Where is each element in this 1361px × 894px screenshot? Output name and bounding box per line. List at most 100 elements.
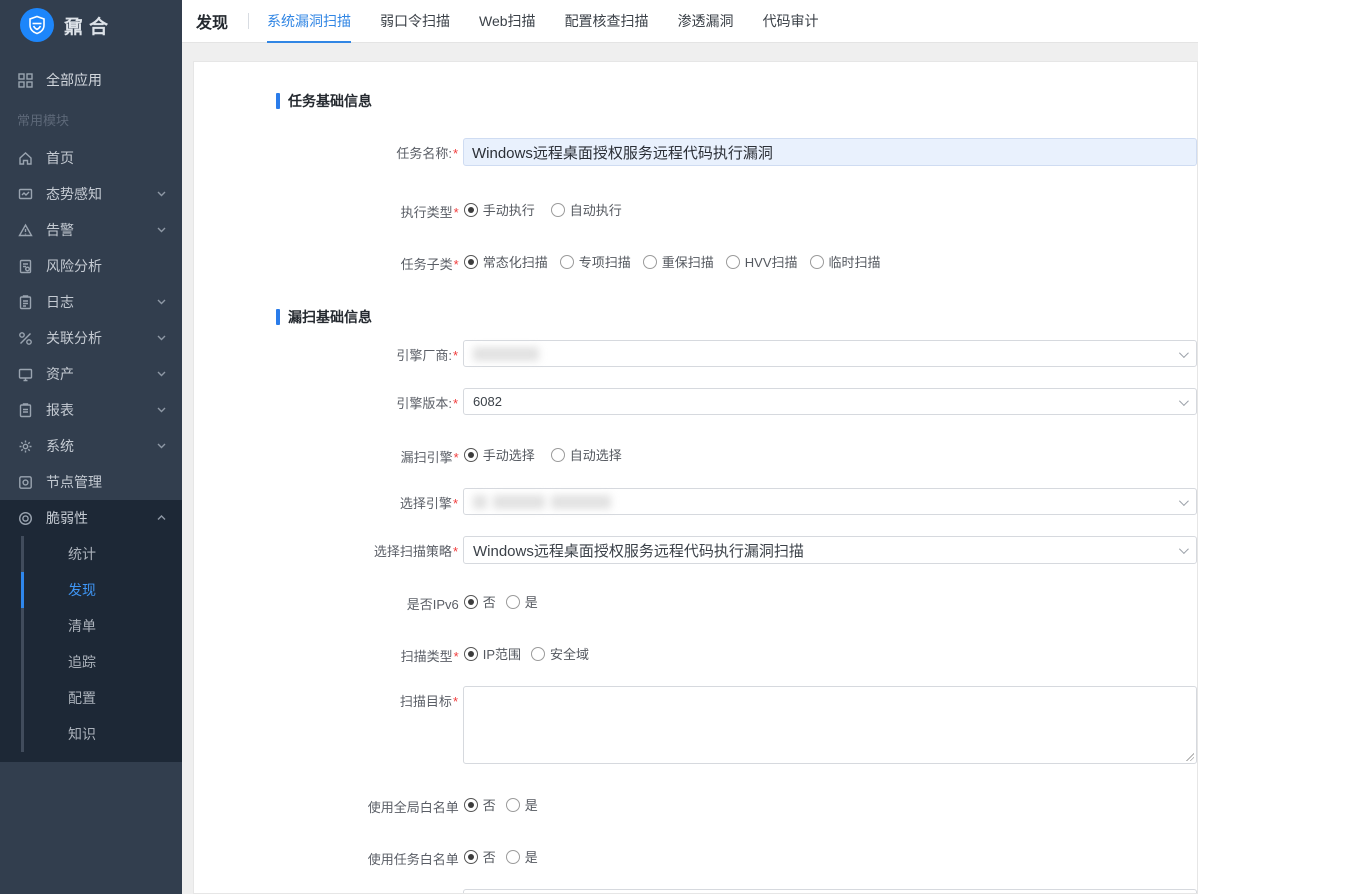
section-accent-bar [276, 309, 280, 325]
tab-penetration-vuln[interactable]: 渗透漏洞 [678, 0, 734, 43]
tab-web-scan[interactable]: Web扫描 [479, 0, 536, 43]
radio-icon [464, 255, 478, 269]
sidebar: 鼐合 全部应用 常用模块 首页 [0, 0, 182, 894]
engine-version-select[interactable]: 6082 [463, 388, 1197, 415]
sidebar-item-home[interactable]: 首页 [0, 140, 182, 176]
sidebar-item-label: 日志 [46, 292, 74, 312]
radio-icon [643, 255, 657, 269]
node-management-icon [17, 474, 34, 491]
app-root: 鼐合 全部应用 常用模块 首页 [0, 0, 1361, 894]
engine-vendor-select[interactable] [463, 340, 1197, 367]
sidebar-item-risk-analysis[interactable]: 风险分析 [0, 248, 182, 284]
select-engine-select[interactable] [463, 488, 1197, 515]
chevron-down-icon [1179, 544, 1189, 554]
radio-global-whitelist-yes[interactable]: 是 [506, 795, 538, 814]
sidebar-item-vulnerability[interactable]: 脆弱性 [0, 500, 182, 536]
radio-security-domain[interactable]: 安全域 [531, 644, 589, 663]
sidebar-item-all-apps[interactable]: 全部应用 [0, 60, 182, 100]
tab-config-check-scan[interactable]: 配置核查扫描 [565, 0, 649, 43]
redacted-value [551, 495, 611, 509]
required-mark: * [454, 649, 459, 664]
sidebar-section-label: 常用模块 [0, 102, 182, 136]
chevron-down-icon [156, 368, 168, 380]
sidebar-group-vulnerability: 脆弱性 统计 发现 清单 追踪 配置 知识 [0, 500, 182, 762]
required-mark: * [454, 205, 459, 220]
gear-icon [17, 438, 34, 455]
port-policy-select[interactable]: 标准端口扫描 [463, 889, 1197, 894]
radio-ipv6-no[interactable]: 否 [464, 592, 496, 611]
brand-name: 鼐合 [64, 12, 114, 39]
form-row-scan-target: 扫描目标* [194, 686, 1197, 764]
required-mark: * [453, 544, 458, 559]
sidebar-item-label: 关联分析 [46, 328, 102, 348]
radio-icon [464, 203, 478, 217]
radio-task-whitelist-yes[interactable]: 是 [506, 847, 538, 866]
sidebar-subitem-knowledge[interactable]: 知识 [21, 716, 182, 752]
radio-icon [551, 448, 565, 462]
tab-code-audit[interactable]: 代码审计 [763, 0, 819, 43]
tab-system-vuln-scan[interactable]: 系统漏洞扫描 [267, 0, 351, 43]
form-row-select-engine: 选择引擎* [194, 488, 1197, 515]
scan-target-textarea[interactable] [463, 686, 1197, 764]
sidebar-item-system[interactable]: 系统 [0, 428, 182, 464]
log-icon [17, 294, 34, 311]
radio-ip-range[interactable]: IP范围 [464, 644, 521, 663]
sidebar-subitem-inventory[interactable]: 清单 [21, 608, 182, 644]
radio-manual-exec[interactable]: 手动执行 [464, 200, 535, 219]
radio-manual-select[interactable]: 手动选择 [464, 445, 535, 464]
radio-auto-exec[interactable]: 自动执行 [551, 200, 622, 219]
alert-triangle-icon [17, 222, 34, 239]
sidebar-item-alerts[interactable]: 告警 [0, 212, 182, 248]
radio-icon [810, 255, 824, 269]
redacted-value [493, 495, 545, 509]
scan-policy-select[interactable]: Windows远程桌面授权服务远程代码执行漏洞扫描 [463, 536, 1197, 564]
sidebar-item-situation-awareness[interactable]: 态势感知 [0, 176, 182, 212]
sidebar-subitem-discovery[interactable]: 发现 [21, 572, 182, 608]
sidebar-item-node-management[interactable]: 节点管理 [0, 464, 182, 500]
radio-hvv-scan[interactable]: HVV扫描 [726, 252, 798, 271]
tab-weak-password-scan[interactable]: 弱口令扫描 [380, 0, 450, 43]
radio-icon [506, 798, 520, 812]
sidebar-item-assets[interactable]: 资产 [0, 356, 182, 392]
form-row-engine-version: 引擎版本:* 6082 [194, 388, 1197, 415]
sidebar-subitem-statistics[interactable]: 统计 [21, 536, 182, 572]
radio-task-whitelist-no[interactable]: 否 [464, 847, 496, 866]
sidebar-item-reports[interactable]: 报表 [0, 392, 182, 428]
shield-logo-icon [20, 8, 54, 42]
sidebar-item-label: 系统 [46, 436, 74, 456]
section-accent-bar [276, 93, 280, 109]
form-row-task-subtype: 任务子类* 常态化扫描 专项扫描 重保扫描 HVV扫描 临时扫描 [194, 249, 1197, 273]
radio-special-scan[interactable]: 专项扫描 [560, 252, 631, 271]
report-icon [17, 402, 34, 419]
required-mark: * [453, 348, 458, 363]
radio-temp-scan[interactable]: 临时扫描 [810, 252, 881, 271]
radio-icon [464, 850, 478, 864]
page-title: 发现 [196, 9, 228, 33]
chevron-down-icon [156, 332, 168, 344]
radio-key-protect-scan[interactable]: 重保扫描 [643, 252, 714, 271]
radio-icon [506, 850, 520, 864]
resize-grip-icon[interactable] [1185, 752, 1194, 761]
sidebar-item-logs[interactable]: 日志 [0, 284, 182, 320]
section-task-basic-info: 任务基础信息 [276, 91, 1197, 111]
top-tab-bar: 发现 系统漏洞扫描 弱口令扫描 Web扫描 配置核查扫描 渗透漏洞 代码审计 [182, 0, 1198, 43]
form-row-port-policy: 端口扫描策略 标准端口扫描 [194, 889, 1197, 894]
radio-icon [464, 595, 478, 609]
sidebar-item-label: 告警 [46, 220, 74, 240]
form-row-scan-type: 扫描类型* IP范围 安全域 [194, 641, 1197, 665]
required-mark: * [453, 146, 458, 161]
radio-ipv6-yes[interactable]: 是 [506, 592, 538, 611]
radio-auto-select[interactable]: 自动选择 [551, 445, 622, 464]
radio-icon [560, 255, 574, 269]
chevron-down-icon [156, 296, 168, 308]
sidebar-subitem-configuration[interactable]: 配置 [21, 680, 182, 716]
task-name-input[interactable]: Windows远程桌面授权服务远程代码执行漏洞 [463, 138, 1197, 166]
radio-normalized-scan[interactable]: 常态化扫描 [464, 252, 548, 271]
required-mark: * [453, 496, 458, 511]
monitor-icon [17, 366, 34, 383]
chevron-down-icon [156, 224, 168, 236]
radio-icon [464, 647, 478, 661]
sidebar-item-correlation-analysis[interactable]: 关联分析 [0, 320, 182, 356]
radio-global-whitelist-no[interactable]: 否 [464, 795, 496, 814]
sidebar-subitem-tracking[interactable]: 追踪 [21, 644, 182, 680]
